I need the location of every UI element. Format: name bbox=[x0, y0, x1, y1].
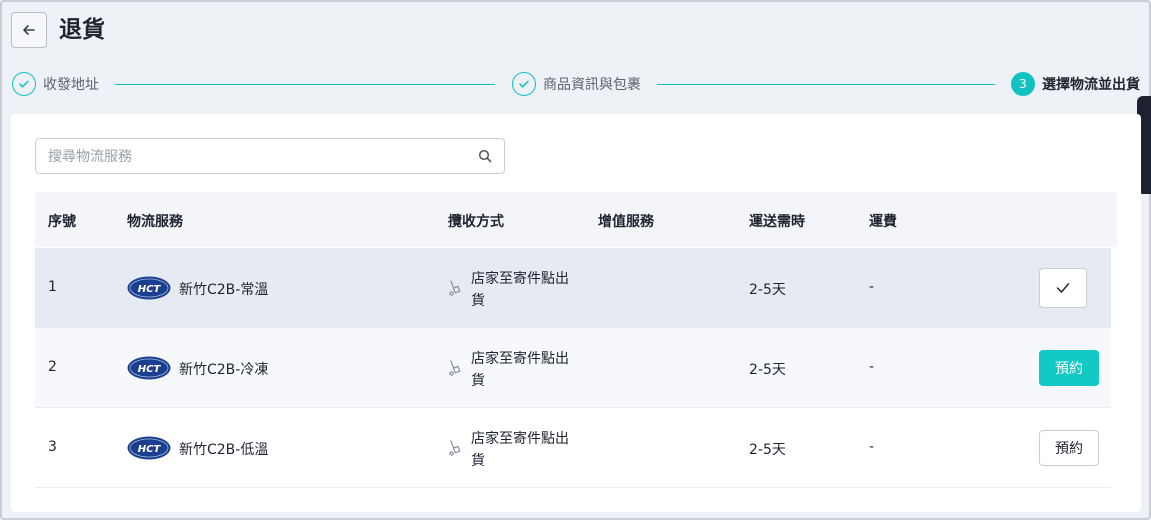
table-row[interactable]: 3 HCT 新竹C2B-低溫 店家至寄件點出貨 2-5天 - 預約 bbox=[35, 408, 1111, 488]
hand-truck-icon bbox=[449, 440, 461, 456]
shipping-fee: - bbox=[869, 439, 875, 455]
step-product-info: 商品資訊與包裹 bbox=[512, 72, 641, 96]
delivery-duration: 2-5天 bbox=[749, 282, 786, 298]
check-circle-icon bbox=[12, 72, 36, 96]
pickup-method: 店家至寄件點出貨 bbox=[471, 351, 569, 389]
step-label: 收發地址 bbox=[43, 77, 99, 93]
hct-logo: HCT bbox=[127, 436, 171, 460]
logistics-card: 序號 物流服務 攬收方式 增值服務 運送需時 運費 1 HCT 新竹C2B-常溫… bbox=[11, 114, 1141, 512]
column-header-number: 序號 bbox=[48, 214, 76, 230]
delivery-duration: 2-5天 bbox=[749, 442, 786, 458]
row-number: 1 bbox=[48, 279, 57, 295]
column-header-service: 物流服務 bbox=[127, 214, 183, 230]
check-icon bbox=[1056, 283, 1070, 293]
search-icon[interactable] bbox=[478, 149, 492, 163]
column-header-duration: 運送需時 bbox=[749, 214, 805, 230]
check-circle-icon bbox=[512, 72, 536, 96]
stepper: 收發地址 商品資訊與包裹 3 選擇物流並出貨 bbox=[12, 72, 1142, 96]
svg-text:HCT: HCT bbox=[138, 364, 162, 375]
step-address: 收發地址 bbox=[12, 72, 99, 96]
svg-text:HCT: HCT bbox=[138, 444, 162, 455]
service-name: 新竹C2B-低溫 bbox=[179, 442, 269, 458]
page-title: 退貨 bbox=[59, 17, 105, 43]
hct-logo: HCT bbox=[127, 276, 171, 300]
pickup-method: 店家至寄件點出貨 bbox=[471, 271, 569, 309]
shipping-fee: - bbox=[869, 279, 875, 295]
book-button[interactable]: 預約 bbox=[1039, 350, 1099, 386]
step-number: 3 bbox=[1011, 72, 1035, 96]
svg-text:HCT: HCT bbox=[138, 284, 162, 295]
service-name: 新竹C2B-冷凍 bbox=[179, 362, 269, 378]
shipping-fee: - bbox=[869, 359, 875, 375]
row-number: 3 bbox=[48, 439, 57, 455]
row-number: 2 bbox=[48, 359, 57, 375]
search-box bbox=[35, 138, 505, 174]
column-header-value-added: 增值服務 bbox=[598, 214, 654, 230]
back-button[interactable] bbox=[11, 12, 47, 48]
hct-logo: HCT bbox=[127, 356, 171, 380]
step-label: 商品資訊與包裹 bbox=[543, 77, 641, 93]
table-row[interactable]: 1 HCT 新竹C2B-常溫 店家至寄件點出貨 2-5天 - bbox=[35, 248, 1111, 328]
table-row[interactable]: 2 HCT 新竹C2B-冷凍 店家至寄件點出貨 2-5天 - 預約 bbox=[35, 328, 1111, 408]
step-connector bbox=[115, 84, 495, 85]
search-input[interactable] bbox=[48, 147, 468, 167]
column-header-fee: 運費 bbox=[869, 214, 897, 230]
column-header-pickup: 攬收方式 bbox=[448, 214, 504, 230]
hand-truck-icon bbox=[449, 280, 461, 296]
step-select-logistics: 3 選擇物流並出貨 bbox=[1011, 72, 1140, 96]
selected-button[interactable] bbox=[1039, 268, 1087, 308]
table-header: 序號 物流服務 攬收方式 增值服務 運送需時 運費 bbox=[35, 192, 1117, 247]
hand-truck-icon bbox=[449, 360, 461, 376]
step-label: 選擇物流並出貨 bbox=[1042, 77, 1140, 93]
step-connector bbox=[657, 84, 995, 85]
delivery-duration: 2-5天 bbox=[749, 362, 786, 378]
pickup-method: 店家至寄件點出貨 bbox=[471, 431, 569, 469]
book-button[interactable]: 預約 bbox=[1039, 430, 1099, 466]
arrow-left-icon bbox=[23, 25, 35, 35]
service-name: 新竹C2B-常溫 bbox=[179, 282, 269, 298]
